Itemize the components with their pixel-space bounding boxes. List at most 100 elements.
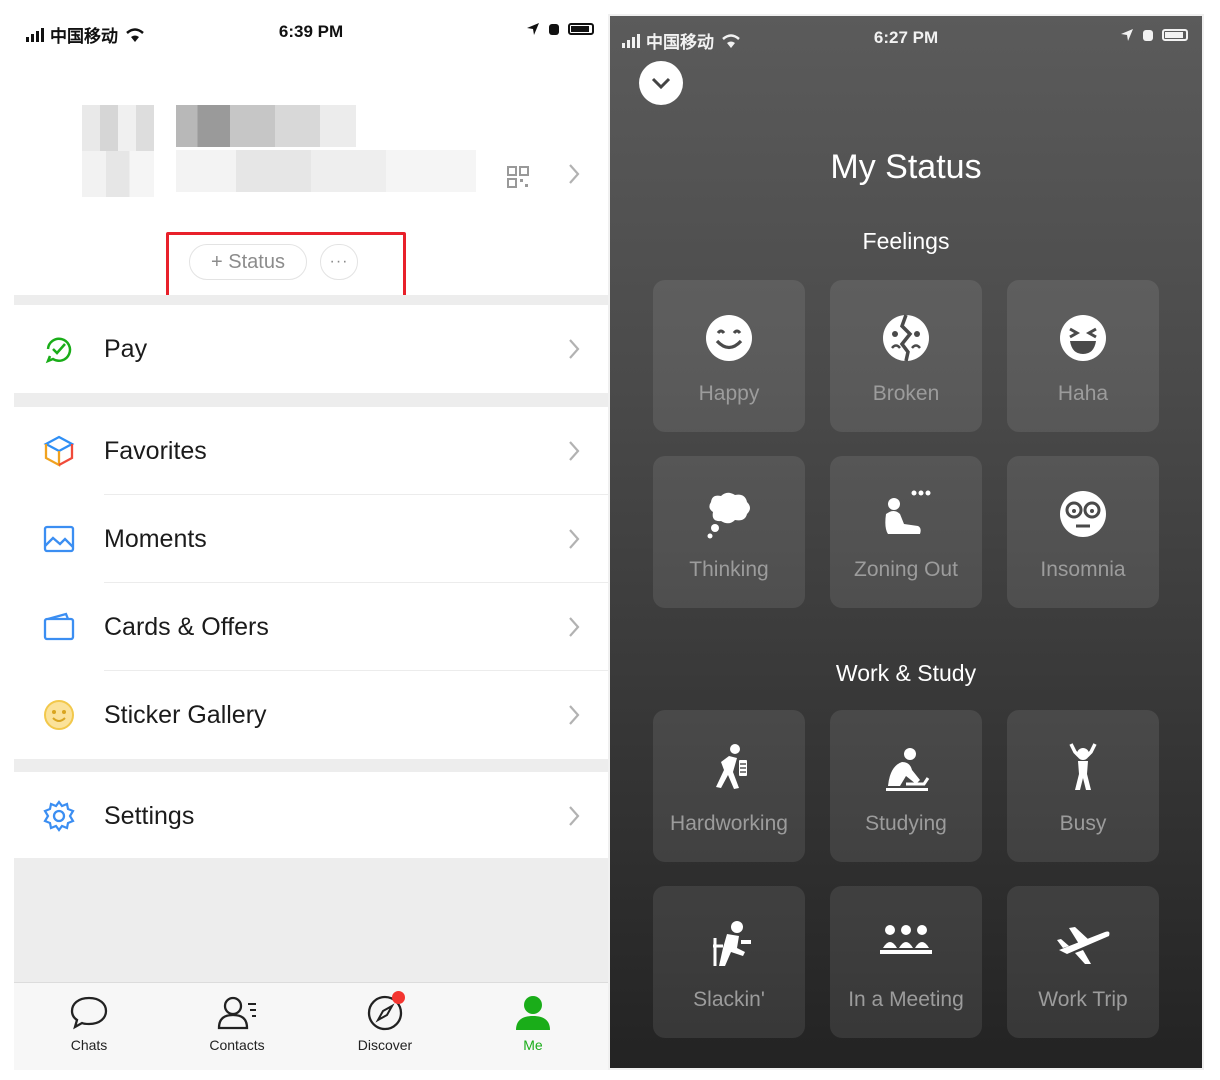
tab-contacts[interactable]: Contacts — [182, 991, 292, 1053]
status-tile-slackin[interactable]: Slackin' — [653, 886, 805, 1038]
person-icon — [516, 996, 550, 1030]
clock: 6:39 PM — [278, 22, 344, 41]
contacts-icon — [217, 996, 256, 1030]
section-separator — [14, 393, 608, 407]
menu-item-favorites[interactable]: Favorites — [14, 407, 608, 495]
tile-label: Zoning Out — [854, 558, 958, 581]
settings-gear-icon — [42, 799, 76, 833]
busy-person-icon — [1069, 743, 1097, 790]
menu-item-label: Cards & Offers — [104, 612, 269, 641]
tab-bar: Chats Contacts Discover Me — [14, 982, 608, 1070]
menu-item-label: Pay — [104, 334, 148, 363]
status-tile-work-trip[interactable]: Work Trip — [1007, 886, 1159, 1038]
tile-label: In a Meeting — [848, 988, 964, 1011]
tile-label: Slackin' — [693, 988, 765, 1011]
sticker-smiley-icon — [42, 698, 76, 732]
moments-picture-icon — [42, 522, 76, 556]
chevron-right-icon — [569, 339, 580, 359]
thought-bubble-icon — [707, 492, 750, 539]
section-heading-work-study: Work & Study — [835, 660, 977, 686]
favorites-cube-icon — [42, 434, 76, 468]
section-separator — [14, 759, 608, 773]
chevron-right-icon — [569, 806, 580, 826]
notification-badge — [392, 991, 405, 1004]
broken-face-icon — [883, 314, 929, 362]
status-tile-zoning-out[interactable]: Zoning Out — [830, 456, 982, 608]
chat-bubble-icon — [70, 996, 108, 1030]
chevron-right-icon — [569, 705, 580, 725]
happy-face-icon — [706, 315, 752, 361]
highlight-annotation-box — [166, 232, 406, 304]
alarm-icon — [549, 24, 559, 35]
my-status-screen: 中国移动 6:27 PM My Status Feelings Happy Br… — [608, 14, 1204, 1070]
tab-label: Discover — [357, 1037, 413, 1053]
status-tile-happy[interactable]: Happy — [653, 280, 805, 432]
section-heading-feelings: Feelings — [862, 228, 950, 254]
status-tile-insomnia[interactable]: Insomnia — [1007, 456, 1159, 608]
menu-item-label: Settings — [104, 801, 195, 830]
tile-label: Insomnia — [1040, 558, 1126, 581]
status-tile-studying[interactable]: Studying — [830, 710, 982, 862]
tab-label: Contacts — [209, 1037, 265, 1053]
status-bar: 中国移动 6:39 PM — [14, 18, 608, 48]
tab-discover[interactable]: Discover — [330, 991, 440, 1053]
tile-label: Broken — [872, 382, 940, 405]
menu-item-label: Favorites — [104, 436, 207, 465]
chevron-down-icon — [651, 77, 671, 90]
battery-icon — [568, 23, 594, 35]
chevron-right-icon — [569, 617, 580, 637]
page-title: My Status — [830, 148, 982, 186]
pay-icon — [42, 332, 76, 366]
location-icon — [527, 23, 539, 35]
insomnia-face-icon — [1060, 491, 1106, 537]
tab-label: Chats — [70, 1037, 108, 1053]
alarm-icon — [1143, 30, 1153, 41]
studying-person-icon — [886, 748, 930, 791]
chevron-right-icon[interactable] — [566, 162, 582, 186]
battery-icon — [1162, 29, 1188, 41]
tile-label: Work Trip — [1038, 988, 1128, 1011]
tab-chats[interactable]: Chats — [34, 991, 144, 1053]
qr-code-icon[interactable] — [506, 165, 530, 189]
tile-label: Hardworking — [670, 812, 788, 835]
status-tile-in-a-meeting[interactable]: In a Meeting — [830, 886, 982, 1038]
chevron-right-icon — [569, 529, 580, 549]
tile-label: Studying — [865, 812, 947, 835]
tile-label: Happy — [698, 382, 760, 405]
tile-label: Thinking — [689, 558, 769, 581]
status-tile-thinking[interactable]: Thinking — [653, 456, 805, 608]
section-separator — [14, 295, 608, 305]
menu-item-moments[interactable]: Moments — [14, 495, 608, 583]
profile-id-blurred — [176, 150, 476, 192]
tab-label: Me — [523, 1037, 543, 1053]
profile-header[interactable]: + Status ··· — [14, 50, 608, 304]
wechat-me-screen: 中国移动 6:39 PM + Status ··· Pay Favorites … — [14, 10, 608, 1070]
zoning-out-person-icon — [885, 490, 931, 534]
meeting-people-icon — [880, 925, 932, 954]
status-tile-hardworking[interactable]: Hardworking — [653, 710, 805, 862]
status-tile-broken[interactable]: Broken — [830, 280, 982, 432]
avatar[interactable] — [82, 105, 154, 197]
menu-item-label: Sticker Gallery — [104, 700, 267, 729]
menu-item-label: Moments — [104, 524, 207, 553]
menu-item-pay[interactable]: Pay — [14, 305, 608, 393]
menu-item-cards-offers[interactable]: Cards & Offers — [14, 583, 608, 671]
collapse-button[interactable] — [639, 61, 683, 105]
status-tile-busy[interactable]: Busy — [1007, 710, 1159, 862]
slacking-person-icon — [713, 921, 751, 966]
tile-label: Busy — [1059, 812, 1107, 835]
menu-item-sticker-gallery[interactable]: Sticker Gallery — [14, 671, 608, 759]
status-bar: 中国移动 6:27 PM — [610, 24, 1202, 54]
airplane-icon — [1057, 927, 1110, 964]
clock: 6:27 PM — [873, 28, 939, 47]
cards-wallet-icon — [42, 610, 76, 644]
chevron-right-icon — [569, 441, 580, 461]
profile-name-blurred — [176, 105, 356, 147]
tile-label: Haha — [1057, 382, 1109, 405]
status-tile-haha[interactable]: Haha — [1007, 280, 1159, 432]
laughing-face-icon — [1060, 315, 1106, 361]
empty-area — [14, 858, 608, 982]
location-icon — [1121, 29, 1133, 41]
menu-item-settings[interactable]: Settings — [14, 772, 608, 860]
tab-me[interactable]: Me — [478, 991, 588, 1053]
